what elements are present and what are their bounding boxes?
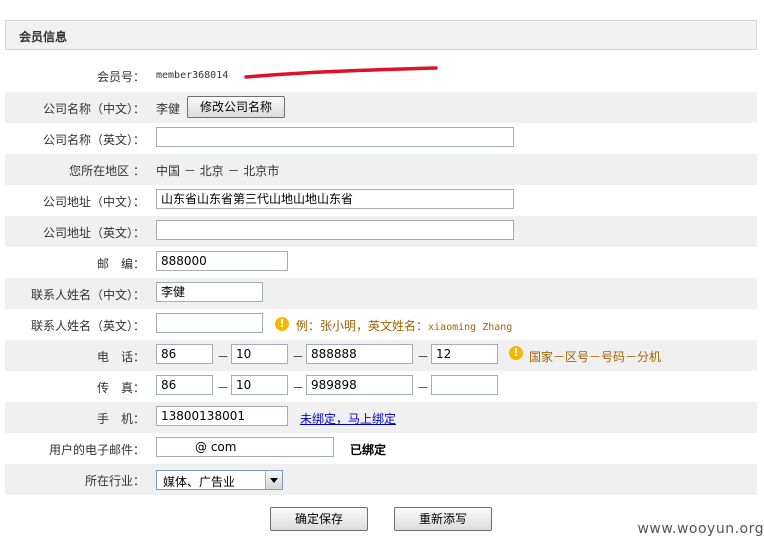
watermark: www.wooyun.org — [637, 521, 764, 537]
row-company-name-cn: 公司名称（中文）： 李健 修改公司名称 — [5, 92, 757, 123]
company-name-en-label: 公司名称（英文）： — [42, 133, 145, 147]
contact-name-en-hint: 例：张小明，英文姓名：xiaoming Zhang — [296, 317, 512, 334]
contact-name-en-input[interactable] — [156, 313, 263, 333]
panel-header: 会员信息 — [5, 20, 757, 50]
phone-country-input[interactable]: 86 — [156, 344, 213, 364]
bind-mobile-link[interactable]: 未绑定，马上绑定 — [300, 410, 396, 427]
fax-separator: － — [217, 381, 230, 395]
chevron-down-icon[interactable] — [265, 471, 282, 489]
panel-title: 会员信息 — [19, 30, 68, 44]
fax-separator: － — [292, 381, 305, 395]
region-label: 您所在地区 ： — [69, 164, 145, 178]
row-address-cn: 公司地址（中文）： 山东省山东省第三代山地山地山东省 — [5, 185, 757, 216]
warning-icon: ! — [509, 346, 523, 360]
industry-select[interactable]: 媒体、广告业 — [156, 470, 283, 490]
row-email: 用户的电子邮件： @ com 已绑定 — [5, 433, 757, 464]
fax-number-input[interactable]: 989898 — [306, 375, 413, 395]
mobile-label: 手 机： — [96, 412, 145, 426]
warning-icon: ! — [275, 317, 289, 331]
phone-ext-input[interactable]: 12 — [431, 344, 498, 364]
row-company-name-en: 公司名称（英文）： — [5, 123, 757, 154]
phone-label: 电 话： — [96, 350, 145, 364]
reset-button[interactable]: 重新添写 — [394, 507, 492, 531]
address-cn-input[interactable]: 山东省山东省第三代山地山地山东省 — [156, 189, 514, 209]
contact-name-cn-label: 联系人姓名（中文）： — [30, 288, 145, 302]
email-label: 用户的电子邮件： — [48, 443, 145, 457]
fax-separator: － — [417, 381, 430, 395]
email-bound-status: 已绑定 — [350, 443, 387, 457]
address-en-input[interactable] — [156, 220, 514, 240]
address-cn-label: 公司地址（中文）： — [42, 195, 145, 209]
row-fax: 传 真： 86 － 10 － 989898 － — [5, 371, 757, 402]
contact-name-en-hint-example: xiaoming Zhang — [428, 322, 513, 333]
contact-name-cn-input[interactable]: 李健 — [156, 282, 263, 302]
row-region: 您所在地区 ： 中国 － 北京 － 北京市 — [5, 154, 757, 185]
row-contact-name-en: 联系人姓名（英文）： ! 例：张小明，英文姓名：xiaoming Zhang — [5, 309, 757, 340]
member-id-label: 会员号： — [96, 70, 145, 84]
member-id-value: member368014 — [156, 70, 229, 81]
fax-country-input[interactable]: 86 — [156, 375, 213, 395]
company-name-en-input[interactable] — [156, 127, 514, 147]
row-industry: 所在行业： 媒体、广告业 — [5, 464, 757, 495]
row-mobile: 手 机： 13800138001 未绑定，马上绑定 — [5, 402, 757, 433]
fax-ext-input[interactable] — [431, 375, 498, 395]
region-value: 中国 － 北京 － 北京市 — [156, 164, 280, 178]
save-button[interactable]: 确定保存 — [270, 507, 368, 531]
fax-area-input[interactable]: 10 — [231, 375, 288, 395]
mobile-input[interactable]: 13800138001 — [156, 406, 288, 426]
company-name-cn-value: 李健 — [156, 102, 181, 116]
edit-company-name-button[interactable]: 修改公司名称 — [187, 96, 285, 118]
industry-selected-value: 媒体、广告业 — [163, 475, 236, 489]
phone-format-hint: 国家－区号－号码－分机 — [529, 350, 662, 364]
industry-label: 所在行业： — [84, 474, 145, 488]
phone-number-input[interactable]: 888888 — [306, 344, 413, 364]
redaction-scribble — [244, 66, 438, 79]
row-phone: 电 话： 86 － 10 － 888888 － 12 ! 国家－区号－号码－分机 — [5, 340, 757, 371]
row-postcode: 邮 编： 888000 — [5, 247, 757, 278]
phone-separator: － — [417, 350, 430, 364]
contact-name-en-label: 联系人姓名（英文）： — [30, 319, 145, 333]
company-name-cn-label: 公司名称（中文）： — [42, 102, 145, 116]
postcode-label: 邮 编： — [96, 257, 145, 271]
contact-name-en-hint-text: 例：张小明，英文姓名： — [296, 319, 429, 333]
row-contact-name-cn: 联系人姓名（中文）： 李健 — [5, 278, 757, 309]
fax-label: 传 真： — [96, 381, 145, 395]
email-input[interactable]: @ com — [156, 437, 334, 457]
phone-separator: － — [292, 350, 305, 364]
phone-separator: － — [217, 350, 230, 364]
phone-area-input[interactable]: 10 — [231, 344, 288, 364]
postcode-input[interactable]: 888000 — [156, 251, 288, 271]
address-en-label: 公司地址（英文）： — [42, 226, 145, 240]
row-address-en: 公司地址（英文）： — [5, 216, 757, 247]
